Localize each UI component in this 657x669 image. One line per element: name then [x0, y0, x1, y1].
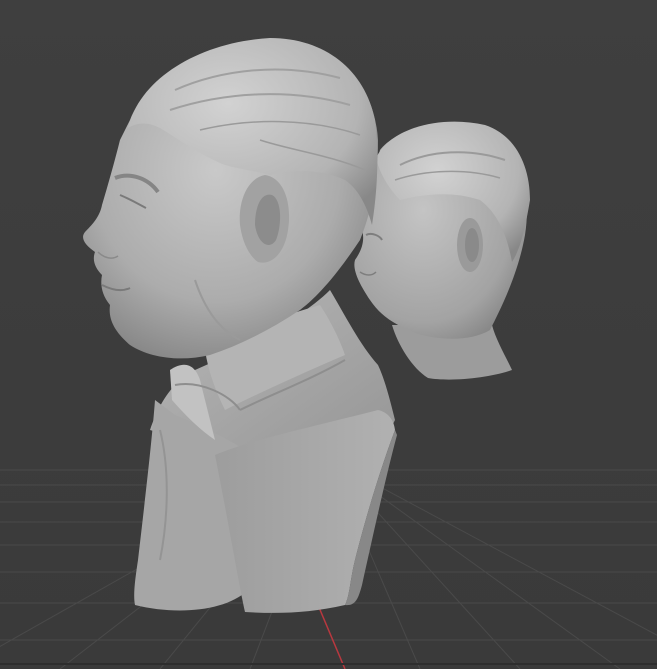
x-axis-line: [317, 604, 346, 669]
small-head-bust[interactable]: [354, 121, 530, 380]
large-bust-with-collar[interactable]: [83, 38, 397, 613]
3d-viewport[interactable]: [0, 0, 657, 669]
viewport-scene[interactable]: [0, 0, 657, 669]
